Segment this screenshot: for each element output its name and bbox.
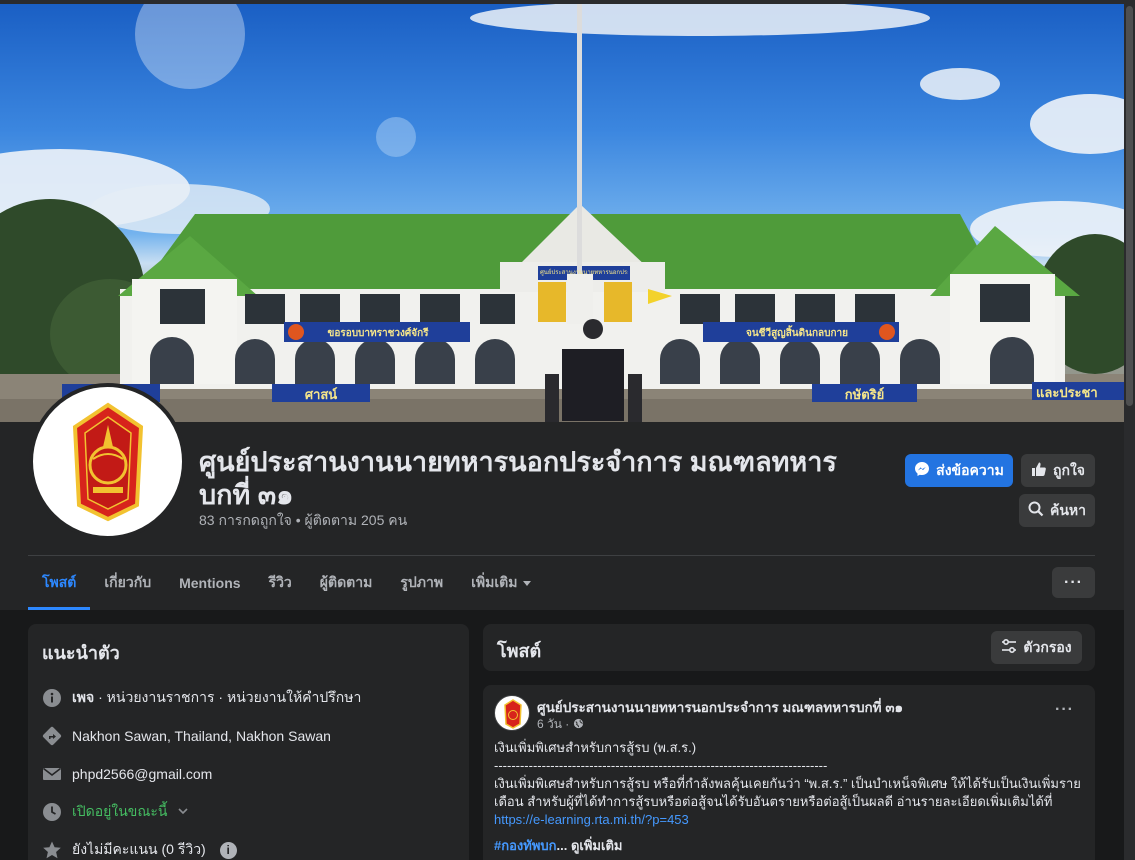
tab-about-label: เกี่ยวกับ — [104, 574, 152, 590]
post-time-text: 6 วัน · — [537, 717, 570, 731]
intro-hours-row[interactable]: เปิดอยู่ในขณะนี้ — [42, 793, 455, 831]
more-options-button[interactable]: ··· — [1052, 567, 1095, 598]
chevron-down-icon[interactable] — [177, 804, 189, 820]
tab-photos-label: รูปภาพ — [400, 574, 444, 590]
cover-sign-1: ศาสน์ — [304, 387, 338, 402]
tab-reviews[interactable]: รีวิว — [255, 556, 306, 610]
post-timestamp[interactable]: 6 วัน · — [537, 715, 584, 734]
scrollbar[interactable] — [1124, 0, 1135, 860]
post-author-name[interactable]: ศูนย์ประสานงานนายทหารนอกประจำการ มณฑลทหา… — [537, 696, 903, 718]
cover-sign-3: และประชา — [1036, 385, 1098, 400]
caret-down-icon — [522, 575, 532, 591]
intro-email-row[interactable]: phpd2566@gmail.com — [42, 755, 455, 793]
page-tabs: โพสต์ เกี่ยวกับ Mentions รีวิว ผู้ติดตาม… — [28, 556, 546, 610]
send-message-button[interactable]: ส่งข้อความ — [905, 454, 1013, 487]
tab-posts[interactable]: โพสต์ — [28, 556, 91, 610]
page-title: ศูนย์ประสานงานนายทหารนอกประจำการ มณฑลทหา… — [199, 447, 837, 510]
tab-followers[interactable]: ผู้ติดตาม — [306, 556, 387, 610]
page-stats[interactable]: 83 การกดถูกใจ • ผู้ติดตาม 205 คน — [199, 510, 407, 532]
intro-category-text: · หน่วยงานราชการ · หน่วยงานให้คำปรึกษา — [94, 689, 362, 705]
directions-icon — [42, 726, 62, 746]
page-search-button[interactable]: ค้นหา — [1019, 494, 1095, 527]
filter-label: ตัวกรอง — [1023, 638, 1072, 655]
see-more-link[interactable]: ... ดูเพิ่มเติม — [557, 838, 623, 853]
cover-illustration — [0, 4, 1124, 422]
posts-heading: โพสต์ — [497, 641, 542, 661]
send-message-label: ส่งข้อความ — [936, 461, 1004, 478]
tab-about[interactable]: เกี่ยวกับ — [90, 556, 165, 610]
search-icon — [1028, 501, 1044, 520]
post-options-button[interactable]: ··· — [1055, 701, 1074, 719]
like-button[interactable]: ถูกใจ — [1021, 454, 1095, 487]
intro-category-row: เพจ · หน่วยงานราชการ · หน่วยงานให้คำปรึก… — [42, 679, 455, 717]
intro-rating: ยังไม่มีคะแนน (0 รีวิว) — [72, 841, 206, 857]
emblem-logo-small — [504, 699, 522, 729]
post-line-3: เดือน สำหรับผู้ที่ได้ทำการสู้รบหรือต่อสู… — [494, 794, 1053, 809]
globe-icon — [573, 718, 584, 732]
intro-location-row[interactable]: Nakhon Sawan, Thailand, Nakhon Sawan — [42, 717, 455, 755]
info-icon — [42, 688, 62, 708]
tab-posts-label: โพสต์ — [42, 574, 77, 590]
intro-category-prefix: เพจ — [72, 689, 95, 705]
filter-icon — [1001, 638, 1017, 657]
post-author-avatar[interactable] — [494, 695, 530, 731]
post-separator: ----------------------------------------… — [494, 758, 828, 773]
post-hashtag[interactable]: #กองทัพบก — [494, 838, 557, 853]
tab-reviews-label: รีวิว — [268, 574, 292, 590]
emblem-logo — [72, 402, 144, 522]
page-avatar[interactable] — [29, 383, 186, 540]
search-label: ค้นหา — [1049, 501, 1087, 518]
post-body: เงินเพิ่มพิเศษสำหรับการสู้รบ (พ.ส.ร.) --… — [494, 739, 1086, 855]
intro-card: แนะนำตัว เพจ · หน่วยงานราชการ · หน่วยงาน… — [28, 624, 469, 860]
intro-email[interactable]: phpd2566@gmail.com — [72, 766, 212, 782]
intro-rating-row: ยังไม่มีคะแนน (0 รีวิว) i — [42, 831, 455, 860]
post-card: ศูนย์ประสานงานนายทหารนอกประจำการ มณฑลทหา… — [483, 685, 1095, 860]
filter-button[interactable]: ตัวกรอง — [991, 631, 1082, 664]
cover-banner-center: ศูนย์ประสานงานนายทหารนอกประจำการ — [540, 270, 628, 276]
cover-sign-2: กษัตริย์ — [844, 387, 885, 402]
tab-followers-label: ผู้ติดตาม — [319, 574, 373, 590]
tab-mentions[interactable]: Mentions — [165, 556, 254, 610]
post-line-1: เงินเพิ่มพิเศษสำหรับการสู้รบ (พ.ส.ร.) — [494, 740, 697, 755]
mail-icon — [42, 764, 62, 784]
rating-info-icon[interactable]: i — [219, 841, 237, 859]
star-icon — [42, 840, 62, 860]
tab-mentions-label: Mentions — [179, 575, 241, 591]
messenger-icon — [914, 461, 930, 480]
post-spacer — [494, 829, 1086, 837]
scrollbar-thumb[interactable] — [1126, 6, 1133, 406]
clock-icon — [42, 802, 62, 822]
cover-photo[interactable]: ขอรอบบาทราชวงศ์จักรี จนชีวีสูญสิ้นดินกลบ… — [0, 4, 1124, 422]
like-label: ถูกใจ — [1053, 461, 1085, 478]
cover-banner-left: ขอรอบบาทราชวงศ์จักรี — [327, 328, 429, 339]
tab-photos[interactable]: รูปภาพ — [386, 556, 457, 610]
intro-hours[interactable]: เปิดอยู่ในขณะนี้ — [72, 801, 167, 823]
tab-more-label: เพิ่มเติม — [471, 574, 518, 590]
posts-header-card: โพสต์ ตัวกรอง — [483, 624, 1095, 671]
thumbs-up-icon — [1031, 461, 1047, 480]
intro-heading: แนะนำตัว — [42, 643, 120, 663]
post-link[interactable]: https://e-learning.rta.mi.th/?p=453 — [494, 812, 689, 827]
post-line-2: เงินเพิ่มพิเศษสำหรับการสู้รบ หรือที่กำลั… — [494, 776, 1081, 791]
intro-category: เพจ · หน่วยงานราชการ · หน่วยงานให้คำปรึก… — [72, 687, 361, 709]
cover-banner-right: จนชีวีสูญสิ้นดินกลบกาย — [745, 328, 849, 339]
tab-more[interactable]: เพิ่มเติม — [457, 556, 546, 610]
intro-location[interactable]: Nakhon Sawan, Thailand, Nakhon Sawan — [72, 728, 331, 744]
